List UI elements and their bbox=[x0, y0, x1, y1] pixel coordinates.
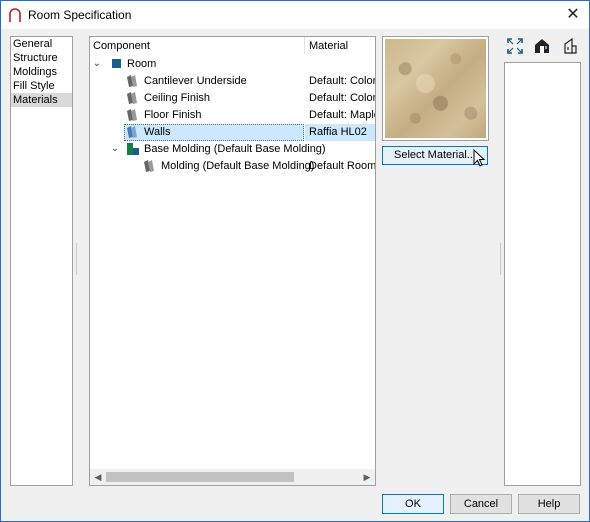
material-swatch-icon bbox=[125, 125, 139, 139]
ok-button[interactable]: OK bbox=[382, 494, 444, 514]
tree-row-material: Default: Color - bbox=[309, 75, 375, 87]
app-arc-icon bbox=[8, 7, 22, 23]
nav-item-structure[interactable]: Structure bbox=[11, 51, 72, 65]
tree-row-material: Default: Color - bbox=[309, 92, 375, 104]
material-texture-swatch bbox=[385, 39, 486, 138]
left-splitter-handle[interactable] bbox=[75, 243, 78, 275]
collapse-chevron-icon[interactable]: ⌄ bbox=[110, 143, 120, 155]
material-swatch-icon bbox=[142, 159, 156, 173]
scroll-right-icon[interactable]: ▶ bbox=[359, 470, 375, 484]
tree-row-room[interactable]: ⌄ Room bbox=[90, 56, 375, 73]
cancel-button[interactable]: Cancel bbox=[450, 494, 512, 514]
tree-row-cantilever-underside[interactable]: Cantilever Underside Default: Color - bbox=[90, 73, 375, 90]
scrollbar-thumb[interactable] bbox=[106, 472, 294, 482]
nav-item-materials[interactable]: Materials bbox=[11, 93, 72, 107]
room-specification-dialog: Room Specification ✕ General Structure M… bbox=[0, 0, 590, 522]
tree-row-label: Walls bbox=[144, 126, 171, 138]
material-preview bbox=[382, 36, 489, 141]
close-icon[interactable]: ✕ bbox=[557, 1, 589, 29]
component-tree: Component Material ⌄ Room Cantilever Und… bbox=[89, 36, 376, 486]
material-swatch-icon bbox=[125, 108, 139, 122]
tree-row-label: Ceiling Finish bbox=[144, 92, 211, 104]
right-splitter-handle[interactable] bbox=[499, 243, 502, 275]
tree-row-label: Room bbox=[127, 58, 157, 70]
collapse-chevron-icon[interactable]: ⌄ bbox=[92, 58, 102, 70]
tree-row-walls[interactable]: Walls Raffia HL02 bbox=[90, 124, 375, 141]
nav-item-general[interactable]: General bbox=[11, 37, 72, 51]
molding-profile-icon bbox=[126, 142, 140, 156]
tree-row-label: Floor Finish bbox=[144, 109, 202, 121]
tree-row-molding[interactable]: Molding (Default Base Molding) Default R… bbox=[90, 158, 375, 175]
fullscreen-icon[interactable] bbox=[506, 37, 524, 55]
tree-row-label: Molding (Default Base Molding) bbox=[161, 160, 315, 172]
scroll-left-icon[interactable]: ◀ bbox=[90, 470, 106, 484]
material-swatch-icon bbox=[125, 74, 139, 88]
tree-header: Component Material bbox=[90, 37, 375, 55]
tree-row-label: Base Molding (Default Base Molding) bbox=[144, 143, 326, 155]
tree-row-label: Cantilever Underside bbox=[144, 75, 247, 87]
tree-row-material: Raffia HL02 bbox=[309, 126, 367, 138]
tree-row-material: Default Room M bbox=[309, 160, 375, 172]
tree-row-ceiling-finish[interactable]: Ceiling Finish Default: Color - bbox=[90, 90, 375, 107]
tree-row-material: Default: Maple bbox=[309, 109, 375, 121]
tree-row-floor-finish[interactable]: Floor Finish Default: Maple bbox=[90, 107, 375, 124]
category-list: General Structure Moldings Fill Style Ma… bbox=[10, 36, 73, 486]
nav-item-fill-style[interactable]: Fill Style bbox=[11, 79, 72, 93]
room-square-icon bbox=[110, 57, 124, 71]
horizontal-scrollbar[interactable]: ◀ ▶ bbox=[90, 469, 375, 485]
title-bar: Room Specification ✕ bbox=[1, 1, 589, 29]
column-header-material[interactable]: Material bbox=[309, 40, 348, 52]
window-title: Room Specification bbox=[28, 8, 132, 22]
material-swatch-icon bbox=[125, 91, 139, 105]
tree-row-base-molding[interactable]: ⌄ Base Molding (Default Base Molding) bbox=[90, 141, 375, 158]
nav-item-moldings[interactable]: Moldings bbox=[11, 65, 72, 79]
column-header-component[interactable]: Component bbox=[93, 40, 150, 52]
mouse-cursor-icon bbox=[473, 148, 487, 169]
help-button[interactable]: Help bbox=[518, 494, 580, 514]
preview-3d-panel bbox=[504, 62, 581, 486]
house-view-icon[interactable] bbox=[533, 37, 551, 55]
elevation-icon[interactable] bbox=[561, 37, 579, 55]
